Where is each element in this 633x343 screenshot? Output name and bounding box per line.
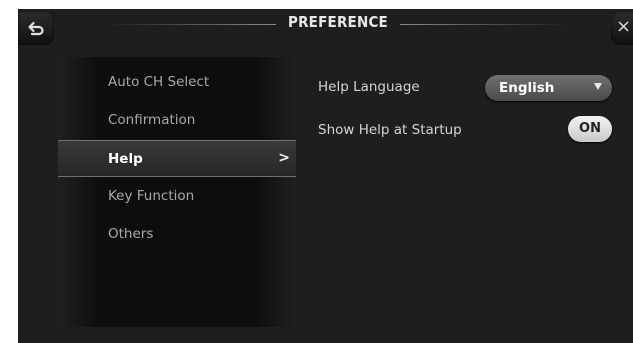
sidebar-item-others[interactable]: Others — [58, 216, 296, 253]
page-title: PREFERENCE — [288, 13, 388, 31]
close-icon: × — [616, 16, 632, 37]
sidebar-item-label: Key Function — [108, 188, 195, 204]
title-divider-right — [400, 24, 570, 25]
sidebar-item-label: Confirmation — [108, 112, 196, 128]
header-bar: PREFERENCE × — [18, 9, 633, 47]
sidebar-item-auto-ch-select[interactable]: Auto CH Select — [58, 64, 296, 101]
sidebar-item-confirmation[interactable]: Confirmation — [58, 102, 296, 139]
title-divider-left — [106, 24, 276, 25]
back-button[interactable] — [18, 11, 54, 45]
toggle-state-label: ON — [579, 121, 601, 136]
show-help-label: Show Help at Startup — [318, 122, 462, 138]
sidebar-item-help[interactable]: Help > — [58, 140, 296, 177]
help-language-label: Help Language — [318, 79, 420, 95]
help-language-select[interactable]: English — [485, 75, 612, 101]
sidebar-item-label: Help — [108, 151, 143, 167]
chevron-right-icon: > — [278, 150, 290, 166]
sidebar-item-key-function[interactable]: Key Function — [58, 178, 296, 215]
sidebar-item-label: Auto CH Select — [108, 74, 210, 90]
sidebar-item-label: Others — [108, 226, 154, 242]
help-language-value: English — [499, 80, 555, 96]
close-button[interactable]: × — [611, 11, 633, 45]
back-arrow-icon — [28, 21, 44, 36]
preference-sidebar: Auto CH Select Confirmation Help > Key F… — [58, 57, 296, 327]
preference-screen: PREFERENCE × Auto CH Select Confirmation… — [18, 9, 633, 343]
dropdown-arrow-icon — [594, 83, 602, 90]
show-help-toggle[interactable]: ON — [568, 116, 612, 142]
